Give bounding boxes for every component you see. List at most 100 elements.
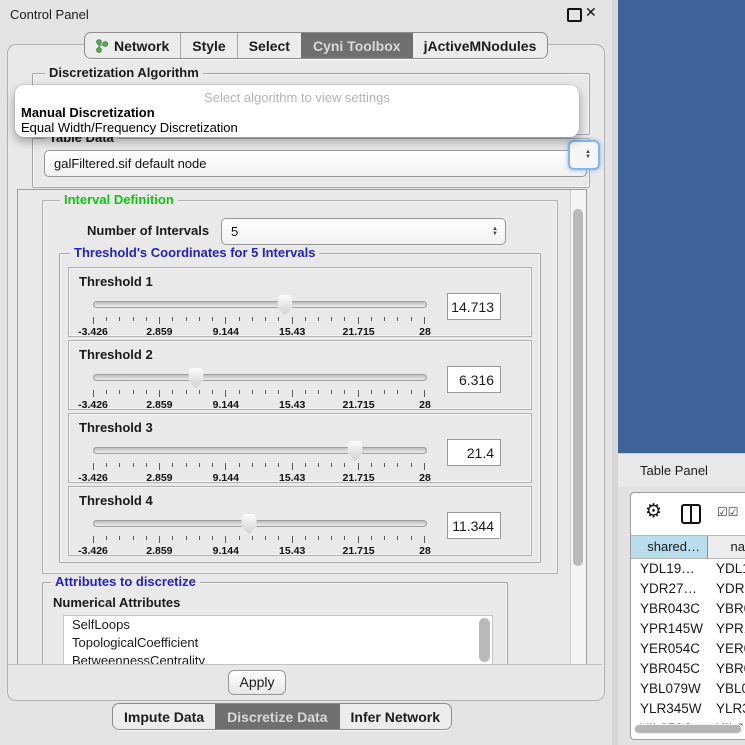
popup-option-equal-width[interactable]: Equal Width/Frequency Discretization [21,120,238,135]
gear-icon[interactable]: ⚙ [645,500,662,523]
slider-tick-label: 9.144 [213,399,239,411]
tab-infer-network[interactable]: Infer Network [339,704,451,729]
tab-impute-data[interactable]: Impute Data [113,704,215,729]
numerical-attributes-list[interactable]: SelfLoopsTopologicalCoefficientBetweenne… [63,615,493,665]
table-row[interactable]: YPR145WYPR1 [631,619,745,639]
slider-tick-label: 2.859 [146,399,172,411]
table-row[interactable]: YDR27…YDR2 [631,579,745,599]
table-row[interactable]: YBR045CYBR0 [631,659,745,679]
table-cell[interactable]: YDR2 [708,579,745,599]
cyni-bottom-tabbar: Impute Data Discretize Data Infer Networ… [112,703,452,730]
list-item[interactable]: SelfLoops [64,616,492,634]
slider-track[interactable] [93,447,427,454]
threshold-value-field[interactable]: 21.4 [447,439,501,466]
column-header-shared[interactable]: shared… [631,536,708,558]
threshold-slider[interactable]: -3.4262.8599.14415.4321.71528 [93,513,425,555]
table-cell[interactable]: YER0 [708,639,745,659]
slider-thumb[interactable] [242,514,257,534]
slider-track[interactable] [93,301,427,308]
thresholds-group: Threshold's Coordinates for 5 Intervals … [59,253,541,563]
tab-network[interactable]: Network [85,33,180,58]
slider-ticks [93,317,425,325]
tab-select[interactable]: Select [237,33,301,58]
threshold-label: Threshold 4 [79,493,153,508]
control-panel-tabbar: Network Style Select Cyni Toolbox jActiv… [84,32,548,59]
thresholds-group-label: Threshold's Coordinates for 5 Intervals [70,246,319,260]
list-item[interactable]: TopologicalCoefficient [64,634,492,652]
table-panel-card: ⚙ ☑☑ shared… na YDL19…YDL1YDR27…YDR2YBR0… [630,492,745,740]
table-cell[interactable]: YDR27… [631,579,708,599]
table-cell[interactable]: YBR045C [631,659,708,679]
number-of-intervals-value: 5 [231,224,238,239]
close-icon[interactable]: ✕ [585,4,597,21]
slider-tick-label: -3.426 [78,326,108,338]
slider-ticks [93,390,425,398]
attributes-list-scrollbar[interactable] [479,618,490,662]
slider-thumb[interactable] [188,368,203,388]
threshold-slider[interactable]: -3.4262.8599.14415.4321.71528 [93,440,425,482]
split-columns-icon[interactable] [681,504,701,524]
apply-button[interactable]: Apply [228,670,286,695]
table-cell[interactable]: YPR1 [708,619,745,639]
slider-tick-labels: -3.4262.8599.14415.4321.71528 [93,326,425,337]
table-cell[interactable]: YDL1 [708,559,745,579]
table-row[interactable]: YLR345WYLR3 [631,699,745,719]
table-cell[interactable]: YLR3 [708,699,745,719]
number-of-intervals-combobox[interactable]: 5 ▲▼ [221,218,506,245]
vertical-scrollbar[interactable] [570,190,586,664]
threshold-slider[interactable]: -3.4262.8599.14415.4321.71528 [93,294,425,336]
table-cell[interactable]: YBR0 [708,599,745,619]
table-header-row: shared… na [631,535,745,559]
slider-tick-label: 9.144 [213,326,239,338]
threshold-label: Threshold 2 [79,347,153,362]
table-data-group: Table Data galFiltered.sif default node … [32,138,590,188]
slider-tick-label: 2.859 [146,545,172,557]
horizontal-scrollbar-thumb[interactable] [635,725,741,733]
table-row[interactable]: YDL19…YDL1 [631,559,745,579]
popup-option-manual-discretization[interactable]: Manual Discretization [21,105,155,120]
table-row[interactable]: YBL079WYBL0 [631,679,745,699]
table-panel-area: ⚙ ☑☑ shared… na YDL19…YDL1YDR27…YDR2YBR0… [618,487,745,745]
table-cell[interactable]: YDL19… [631,559,708,579]
vertical-scrollbar-thumb[interactable] [573,209,583,566]
threshold-value-field[interactable]: 14.713 [447,293,501,320]
tab-jactivemnodules[interactable]: jActiveMNodules [412,33,548,58]
slider-tick-label: -3.426 [78,399,108,411]
float-window-icon[interactable] [567,8,582,22]
tab-discretize-data[interactable]: Discretize Data [215,704,338,729]
interval-definition-group: Interval Definition Number of Intervals … [42,200,558,574]
tab-style[interactable]: Style [180,33,236,58]
column-header-name[interactable]: na [708,536,745,558]
table-data-combobox[interactable]: galFiltered.sif default node ▲▼ [44,150,587,177]
slider-tick-label: 28 [419,326,431,338]
table-cell[interactable]: YLR345W [631,699,708,719]
table-cell[interactable]: YER054C [631,639,708,659]
threshold-slider[interactable]: -3.4262.8599.14415.4321.71528 [93,367,425,409]
slider-tick-label: 28 [419,399,431,411]
slider-tick-label: 21.715 [343,326,375,338]
threshold-value-field[interactable]: 11.344 [447,512,501,539]
table-cell[interactable]: YPR145W [631,619,708,639]
table-rows-holder: YDL19…YDL1YDR27…YDR2YBR043CYBR0YPR145WYP… [631,559,745,739]
horizontal-scrollbar[interactable] [634,724,744,734]
slider-thumb[interactable] [348,441,363,461]
table-cell[interactable]: YBL0 [708,679,745,699]
table-cell[interactable]: YBR043C [631,599,708,619]
threshold-box: Threshold 2 -3.4262.8599.14415.4321.7152… [68,340,532,410]
table-row[interactable]: YER054CYER0 [631,639,745,659]
slider-thumb[interactable] [277,295,292,315]
attributes-group: Attributes to discretize Numerical Attri… [42,582,508,665]
threshold-box: Threshold 1 -3.4262.8599.14415.4321.7152… [68,267,532,337]
table-cell[interactable]: YBL079W [631,679,708,699]
slider-track[interactable] [93,520,427,527]
tab-cyni-toolbox[interactable]: Cyni Toolbox [301,33,412,58]
slider-track[interactable] [93,374,427,381]
threshold-box: Threshold 4 -3.4262.8599.14415.4321.7152… [68,486,532,556]
algorithm-combo-stepper[interactable]: ▲▼ [568,140,600,170]
slider-tick-label: 28 [419,545,431,557]
table-row[interactable]: YBR043CYBR0 [631,599,745,619]
table-cell[interactable]: YBR0 [708,659,745,679]
select-columns-icon[interactable]: ☑☑ [717,505,739,519]
slider-ticks [93,536,425,544]
threshold-value-field[interactable]: 6.316 [447,366,501,393]
